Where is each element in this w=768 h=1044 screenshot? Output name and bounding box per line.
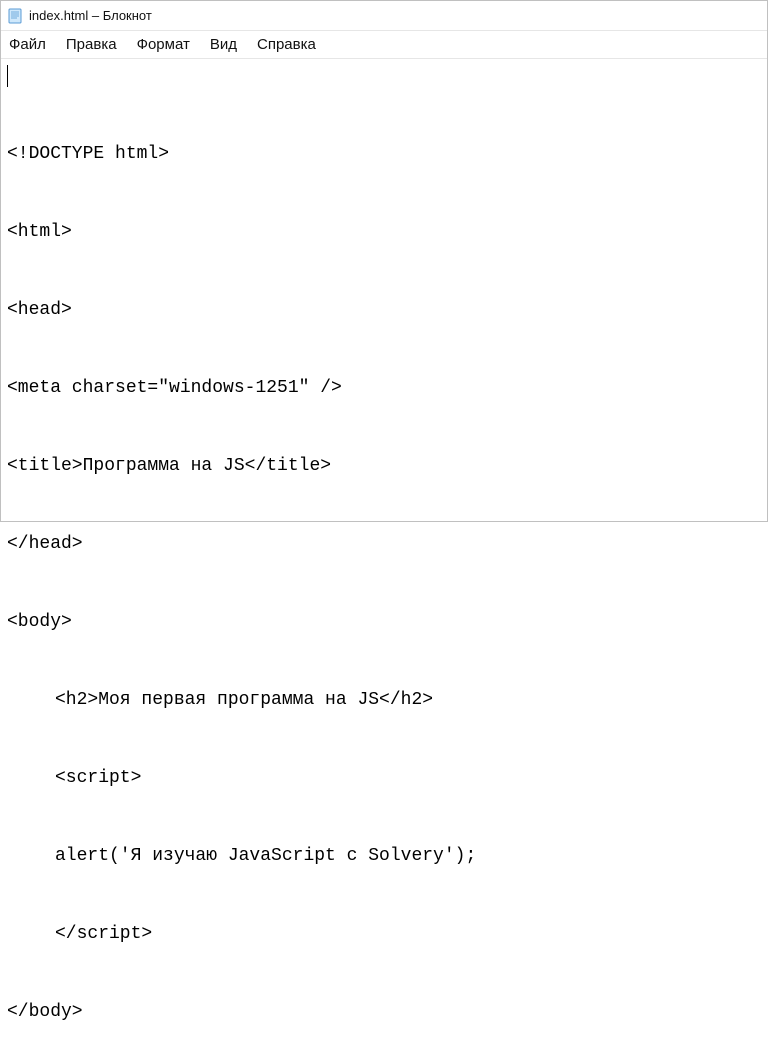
code-text: </script> xyxy=(55,924,152,944)
code-line: <body> xyxy=(7,609,761,635)
menu-file[interactable]: Файл xyxy=(9,36,46,53)
menubar: Файл Правка Формат Вид Справка xyxy=(1,31,767,59)
menu-edit[interactable]: Правка xyxy=(66,36,117,53)
code-line: <!DOCTYPE html> xyxy=(7,141,761,167)
code-line: <head> xyxy=(7,297,761,323)
code-line: <html> xyxy=(7,219,761,245)
menu-help[interactable]: Справка xyxy=(257,36,316,53)
code-text: <h2>Моя первая программа на JS</h2> xyxy=(55,690,433,710)
code-text: alert('Я изучаю JavaScript с Solvery'); xyxy=(55,846,476,866)
text-cursor xyxy=(7,65,8,87)
code-line: </head> xyxy=(7,531,761,557)
titlebar: index.html – Блокнот xyxy=(1,1,767,31)
code-line: <meta charset="windows-1251" /> xyxy=(7,375,761,401)
code-line: <h2>Моя первая программа на JS</h2> xyxy=(7,687,761,713)
window-title: index.html – Блокнот xyxy=(29,8,152,23)
text-editor[interactable]: <!DOCTYPE html> <html> <head> <meta char… xyxy=(1,59,767,1044)
code-line: alert('Я изучаю JavaScript с Solvery'); xyxy=(7,843,761,869)
code-line: </script> xyxy=(7,921,761,947)
code-line: <title>Программа на JS</title> xyxy=(7,453,761,479)
code-line: </body> xyxy=(7,999,761,1025)
code-line: <script> xyxy=(7,765,761,791)
menu-format[interactable]: Формат xyxy=(137,36,190,53)
menu-view[interactable]: Вид xyxy=(210,36,237,53)
notepad-icon xyxy=(7,8,23,24)
code-text: <script> xyxy=(55,768,141,788)
